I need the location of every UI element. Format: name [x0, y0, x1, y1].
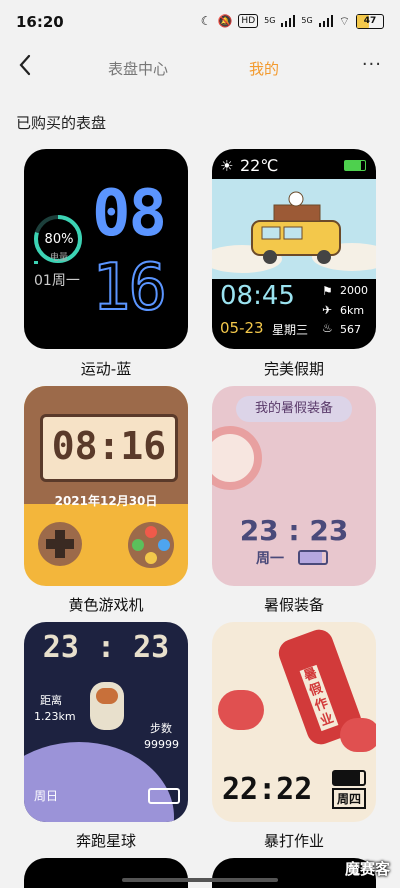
planet-time: 23 : 23 — [42, 630, 170, 665]
planet-steps-label: 步数 — [150, 722, 172, 735]
sport-minute: 16 — [91, 250, 168, 326]
gameboy-date: 2021年12月30日 — [54, 494, 158, 508]
watchface-name: 黄色游戏机 — [68, 596, 144, 614]
run-icon: ✈ — [322, 303, 333, 317]
network-label-2: 5G — [301, 16, 313, 25]
watchface-name: 暴打作业 — [263, 832, 324, 850]
battery-icon — [332, 770, 366, 786]
status-bar: 16:20 ☾ 🔕 HD 5G 5G ⌔ 47 — [0, 0, 400, 44]
flame-icon: ♨ — [322, 321, 333, 335]
holiday-date: 05-23 — [220, 319, 264, 337]
clock: 16:20 — [16, 13, 64, 31]
watchface-card-beat-homework[interactable]: 暑假作业 22:22 周四 — [212, 622, 376, 822]
wifi-icon: ⌔ — [338, 14, 350, 28]
watchface-card-running-planet[interactable]: 23 : 23 距离 1.23km 步数 99999 周日 — [24, 622, 188, 822]
astronaut-icon — [90, 682, 124, 730]
sport-date: 01周一 — [34, 273, 80, 289]
network-label-1: 5G — [264, 16, 276, 25]
planet-distance-label: 距离 — [40, 694, 62, 707]
holiday-steps: 2000 — [340, 284, 368, 297]
boxing-glove-icon-2 — [340, 718, 376, 752]
moon-icon: ☾ — [200, 14, 212, 28]
holiday-temp: 22℃ — [240, 156, 279, 175]
planet-surface — [24, 742, 174, 822]
battery-level: 47 — [363, 16, 377, 26]
boxing-glove-icon — [218, 690, 264, 730]
summer-weekday: 周一 — [256, 551, 284, 567]
signal-icon-2 — [318, 15, 333, 27]
steps-icon: ⚑ — [322, 284, 333, 298]
holiday-weekday: 星期三 — [272, 323, 309, 337]
signal-icon — [281, 15, 296, 27]
summer-time: 23 : 23 — [239, 514, 349, 547]
battery-icon — [344, 160, 366, 171]
watchface-card-holiday[interactable]: ☀ 22℃ 08:45 05-23 星期三 ⚑ 2000 ✈ 6km ♨ 567 — [212, 149, 376, 349]
gesture-bar[interactable] — [122, 878, 278, 882]
tab-watchface-center[interactable]: 表盘中心 — [108, 58, 168, 79]
sport-battery-label: 电量 — [49, 253, 68, 263]
chevron-left-icon — [19, 54, 31, 76]
donut-icon — [212, 426, 262, 490]
sport-battery-percent: 80% — [44, 232, 74, 247]
watchface-card-partial-left[interactable] — [24, 858, 188, 888]
top-nav: 表盘中心 我的 ··· — [0, 44, 400, 92]
watchface-card-sport-blue[interactable]: 80% 电量 01周一 08 16 — [24, 149, 188, 349]
homework-weekday: 周四 — [332, 788, 367, 809]
watchface-card-gameboy[interactable]: 08:16 2021年12月30日 — [24, 386, 188, 586]
more-button[interactable]: ··· — [362, 54, 382, 75]
planet-weekday: 周日 — [34, 789, 59, 803]
planet-distance: 1.23km — [34, 710, 76, 723]
mute-icon: 🔕 — [217, 14, 233, 28]
holiday-time: 08:45 — [220, 281, 295, 311]
car-illustration — [212, 179, 376, 279]
status-icons: ☾ 🔕 HD 5G 5G ⌔ 47 — [201, 13, 384, 29]
dpad-icon — [38, 522, 82, 566]
battery-icon: 47 — [356, 13, 384, 29]
watchface-card-summer-gear[interactable]: 我的暑假装备 23 : 23 周一 — [212, 386, 376, 586]
watchface-name: 运动-蓝 — [80, 360, 132, 378]
watermark: 魔赛客 — [344, 860, 390, 878]
watchface-name: 奔跑星球 — [75, 832, 136, 850]
battery-icon — [298, 550, 328, 565]
gameboy-time: 08:16 — [51, 424, 167, 468]
battery-icon — [148, 788, 180, 804]
buttons-icon — [128, 522, 174, 568]
holiday-distance: 6km — [340, 304, 365, 317]
holiday-calories: 567 — [340, 323, 361, 336]
sport-hour: 08 — [92, 177, 167, 251]
watchface-name: 暑假装备 — [263, 596, 324, 614]
planet-steps: 99999 — [144, 738, 179, 751]
sun-icon: ☀ — [220, 157, 234, 175]
watchface-name: 完美假期 — [263, 360, 324, 378]
tab-mine[interactable]: 我的 — [249, 58, 279, 79]
summer-banner: 我的暑假装备 — [236, 396, 352, 422]
section-title: 已购买的表盘 — [16, 114, 107, 132]
homework-time: 22:22 — [222, 772, 313, 807]
hd-badge: HD — [238, 14, 259, 28]
back-button[interactable] — [18, 54, 32, 82]
